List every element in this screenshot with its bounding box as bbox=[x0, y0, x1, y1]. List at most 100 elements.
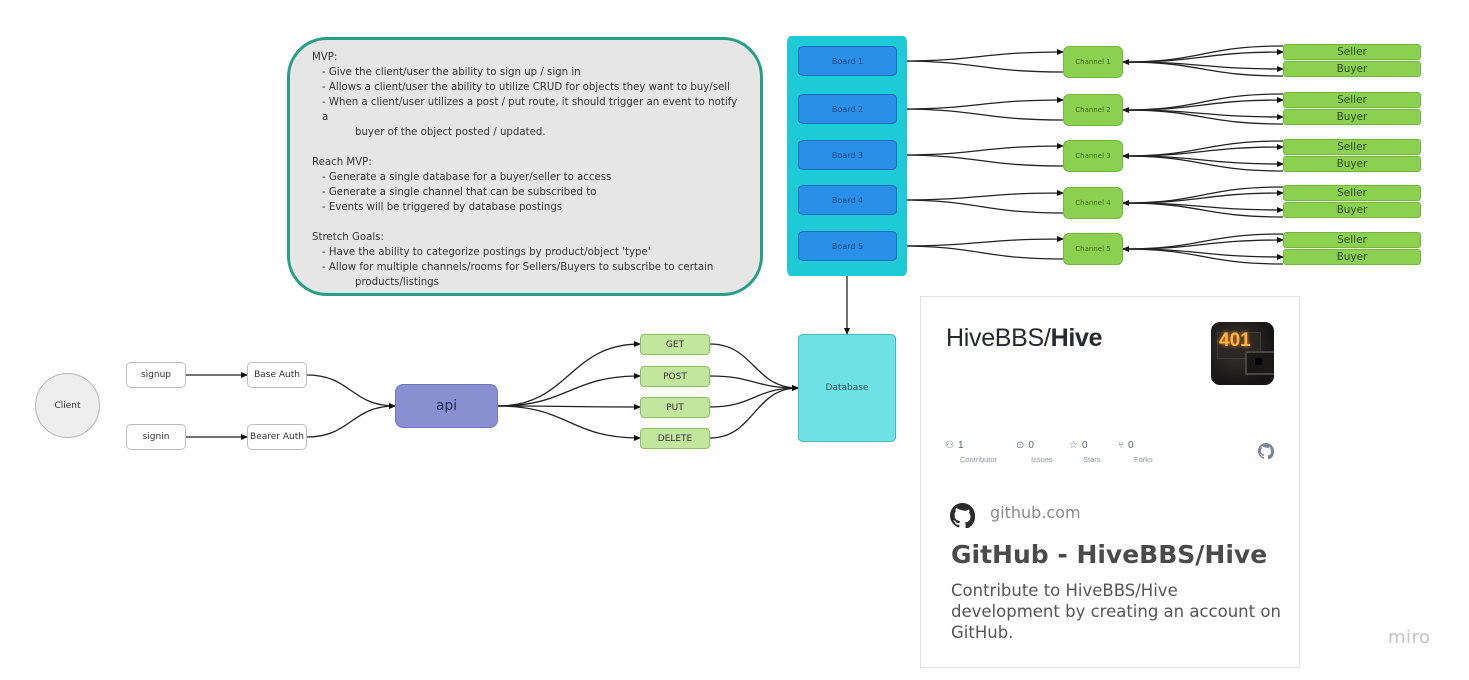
buyer-5[interactable]: Buyer bbox=[1283, 249, 1421, 265]
note-section-title: Stretch Goals: bbox=[312, 232, 384, 243]
board-1[interactable]: Board 1 bbox=[798, 46, 897, 76]
connector-buyer-to-channel bbox=[1122, 248, 1284, 265]
note-line: - Generate a single database for a buyer… bbox=[322, 172, 612, 183]
note-spacer bbox=[312, 215, 740, 230]
seller-1[interactable]: Seller bbox=[1283, 44, 1421, 60]
seller-4[interactable]: Seller bbox=[1283, 185, 1421, 201]
connector-channel-to-buyer bbox=[1122, 248, 1284, 260]
github-icon bbox=[1258, 443, 1274, 459]
connector-board-to-channel bbox=[897, 49, 1064, 62]
note-line: - Generate a single channel that can be … bbox=[322, 187, 597, 198]
connector-board-to-channel bbox=[897, 236, 1064, 247]
connector-channel-to-board bbox=[897, 152, 1064, 167]
stat-value: 0 bbox=[1128, 440, 1134, 451]
buyer-4[interactable]: Buyer bbox=[1283, 202, 1421, 218]
connector-seller-to-channel bbox=[1122, 93, 1284, 113]
connector-channel-to-seller bbox=[1122, 97, 1284, 111]
stat-stars: ☆ 0 bbox=[1069, 440, 1088, 451]
people-icon: ⚇ bbox=[945, 440, 954, 451]
connector-method-to-database bbox=[709, 385, 799, 408]
connector-channel-to-board bbox=[897, 58, 1064, 73]
star-icon: ☆ bbox=[1069, 440, 1078, 451]
connector-method-to-database bbox=[709, 343, 799, 391]
note-line: - Events will be triggered by database p… bbox=[322, 202, 563, 213]
connector-buyer-to-channel bbox=[1122, 109, 1284, 125]
stat-label: Contributor bbox=[960, 455, 998, 464]
seller-3[interactable]: Seller bbox=[1283, 139, 1421, 155]
note-line: - Give the client/user the ability to si… bbox=[322, 67, 581, 78]
channel-2[interactable]: Channel 2 bbox=[1063, 94, 1123, 126]
seller-5[interactable]: Seller bbox=[1283, 232, 1421, 248]
connector-channel-to-seller bbox=[1122, 144, 1284, 157]
buyer-3[interactable]: Buyer bbox=[1283, 156, 1421, 172]
note-line: buyer of the object posted / updated. bbox=[355, 127, 546, 138]
bearer-auth-node[interactable]: Bearer Auth bbox=[247, 424, 307, 450]
note-line: - When a client/user utilizes a post / p… bbox=[322, 97, 738, 123]
base-auth-node[interactable]: Base Auth bbox=[247, 362, 307, 388]
requirements-note[interactable]: MVP: - Give the client/user the ability t… bbox=[287, 37, 763, 296]
repo-avatar: 401 bbox=[1211, 322, 1274, 385]
seller-2[interactable]: Seller bbox=[1283, 92, 1421, 108]
connector-buyer-to-channel bbox=[1122, 61, 1284, 77]
connector-buyer-to-channel bbox=[1122, 202, 1284, 218]
method-get[interactable]: GET bbox=[640, 334, 710, 355]
method-put[interactable]: PUT bbox=[640, 397, 710, 418]
avatar-401-text: 401 bbox=[1219, 330, 1251, 351]
stat-issues: ⊙ 0 bbox=[1016, 440, 1034, 451]
channel-3[interactable]: Channel 3 bbox=[1063, 140, 1123, 172]
note-line: - Have the ability to categorize posting… bbox=[322, 247, 651, 258]
signin-node[interactable]: signin bbox=[126, 424, 186, 450]
repo-title: Hive bbox=[1050, 324, 1103, 352]
channel-4[interactable]: Channel 4 bbox=[1063, 187, 1123, 219]
connector-channel-to-buyer bbox=[1122, 109, 1284, 120]
method-delete[interactable]: DELETE bbox=[640, 428, 710, 449]
signup-node[interactable]: signup bbox=[126, 362, 186, 388]
connector-api-to-method bbox=[497, 341, 641, 407]
connector-method-to-database bbox=[709, 385, 799, 439]
stat-value: 0 bbox=[1081, 440, 1088, 451]
connector-seller-to-channel bbox=[1122, 233, 1284, 252]
database-node[interactable]: Database bbox=[798, 334, 896, 442]
connector-api-to-method bbox=[497, 403, 641, 410]
connector-channel-to-board bbox=[897, 243, 1064, 260]
connector-channel-to-buyer bbox=[1122, 155, 1284, 167]
issue-icon: ⊙ bbox=[1016, 440, 1025, 451]
connector-buyer-to-channel bbox=[1122, 155, 1284, 172]
connector-api-to-method bbox=[497, 405, 641, 441]
link-domain[interactable]: github.com bbox=[990, 503, 1081, 522]
avatar-socket bbox=[1245, 351, 1274, 375]
stat-label: Stars bbox=[1083, 455, 1101, 464]
board-3[interactable]: Board 3 bbox=[798, 140, 897, 170]
stat-label: Issues bbox=[1031, 455, 1053, 464]
stat-value: 0 bbox=[1028, 440, 1034, 451]
connector-board-to-channel bbox=[897, 97, 1064, 110]
connector-seller-to-channel bbox=[1122, 186, 1284, 206]
channel-5[interactable]: Channel 5 bbox=[1063, 233, 1123, 265]
channel-1[interactable]: Channel 1 bbox=[1063, 46, 1123, 78]
repo-owner: HiveBBS/ bbox=[946, 324, 1051, 352]
stat-forks: ⑂ 0 bbox=[1118, 440, 1134, 451]
link-title[interactable]: GitHub - HiveBBS/Hive bbox=[951, 540, 1267, 569]
buyer-1[interactable]: Buyer bbox=[1283, 61, 1421, 77]
board-4[interactable]: Board 4 bbox=[798, 185, 897, 215]
miro-watermark: miro bbox=[1388, 627, 1431, 648]
api-node[interactable]: api bbox=[395, 384, 498, 428]
note-line: - Allows a client/user the ability to ut… bbox=[322, 82, 730, 93]
note-line: products/listings bbox=[355, 277, 439, 288]
connector-channel-to-board bbox=[897, 197, 1064, 214]
stat-contributor: ⚇ 1 bbox=[945, 440, 964, 451]
buyer-2[interactable]: Buyer bbox=[1283, 109, 1421, 125]
client-node[interactable]: Client bbox=[35, 373, 100, 438]
repo-name: HiveBBS/Hive bbox=[946, 324, 1103, 353]
connector-api-to-method bbox=[497, 373, 641, 407]
connector-channel-to-seller bbox=[1122, 190, 1284, 204]
note-spacer bbox=[312, 140, 740, 155]
connector-seller-to-channel bbox=[1122, 45, 1284, 65]
board-5[interactable]: Board 5 bbox=[798, 231, 897, 261]
connector-channel-to-board bbox=[897, 106, 1064, 121]
link-description: Contribute to HiveBBS/Hive development b… bbox=[951, 581, 1281, 642]
connector-method-to-database bbox=[709, 375, 799, 391]
method-post[interactable]: POST bbox=[640, 366, 710, 387]
board-2[interactable]: Board 2 bbox=[798, 94, 897, 124]
connector-bearer-auth-to-api bbox=[306, 403, 396, 438]
